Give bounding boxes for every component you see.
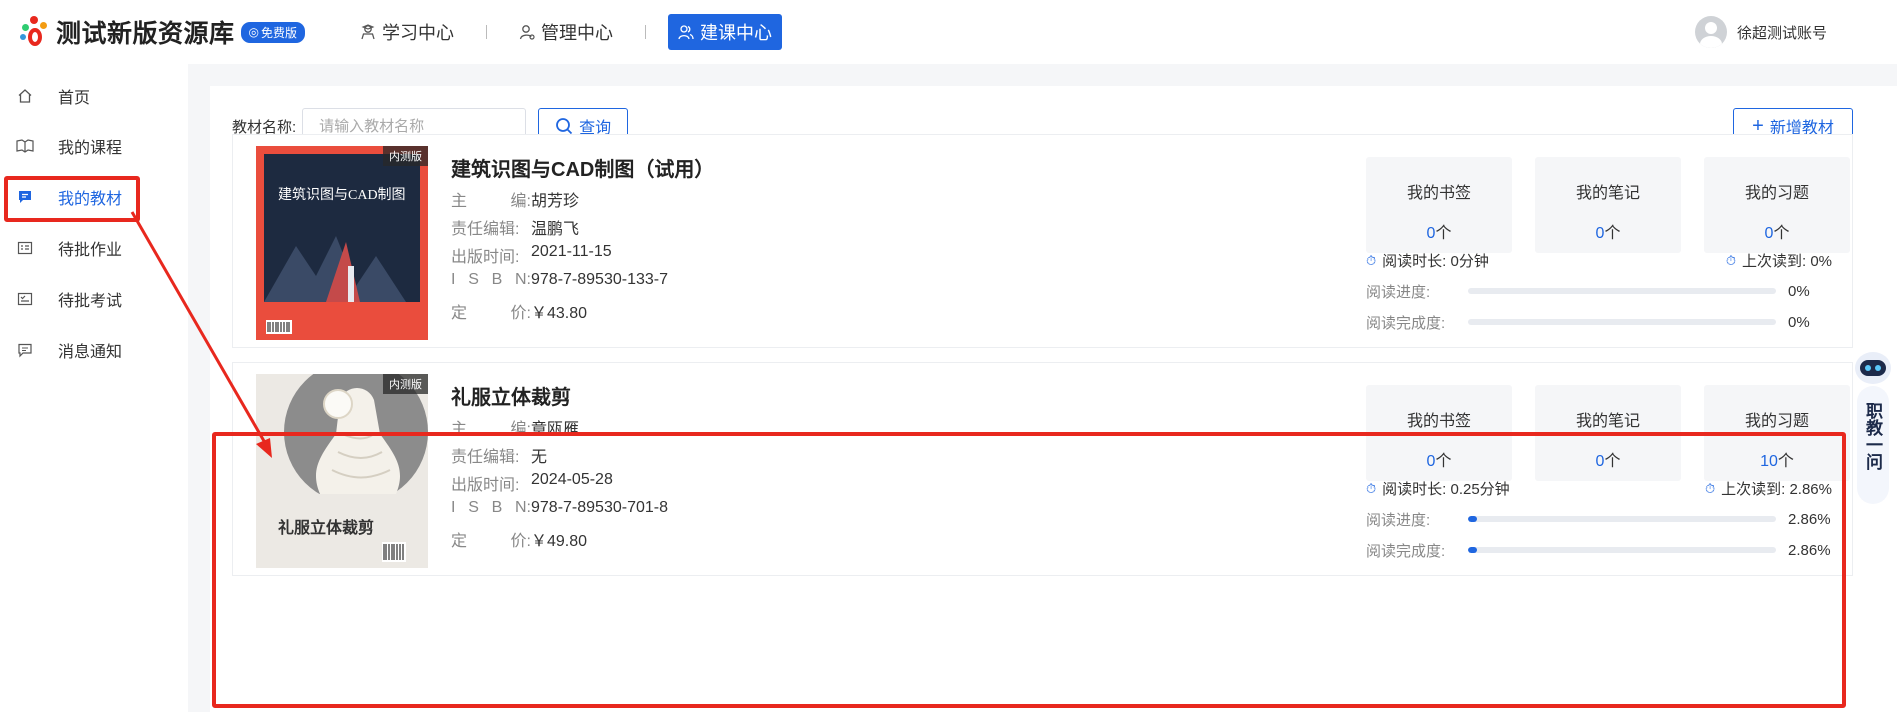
- assistant-label: 职教一问: [1863, 402, 1882, 470]
- assistant-widget[interactable]: 职教一问: [1853, 350, 1893, 510]
- annotation-arrow: [130, 211, 272, 458]
